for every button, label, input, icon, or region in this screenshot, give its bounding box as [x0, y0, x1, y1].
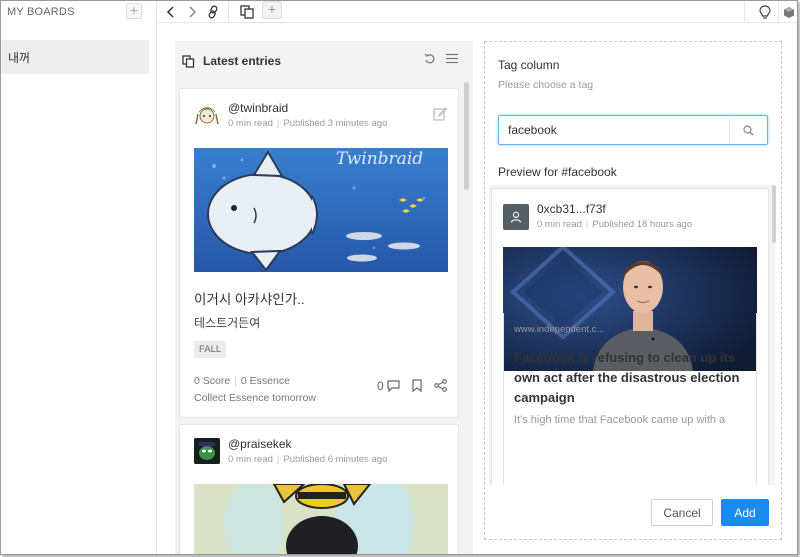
column-menu-button[interactable] — [446, 53, 458, 67]
edit-button[interactable] — [433, 107, 448, 124]
essence: 0 Essence — [240, 375, 290, 387]
comment-icon — [387, 380, 400, 392]
read-time: 0 min read — [228, 118, 273, 129]
entry-meta: 0 min read | Published 6 minutes ago — [228, 454, 388, 465]
share-button[interactable] — [434, 379, 447, 395]
sidebar: MY BOARDS + 내꺼 — [1, 1, 157, 554]
preview-label: Preview for #facebook — [498, 165, 617, 179]
user-icon — [510, 211, 522, 223]
lightbulb-icon — [759, 4, 771, 19]
latest-entries-column: Latest entries @twinbraid 0 min read | Pub… — [175, 41, 473, 554]
link-url[interactable]: www.independent.c... — [514, 324, 604, 335]
column-scrollbar[interactable] — [464, 82, 469, 190]
avatar[interactable] — [194, 102, 220, 128]
add-column-button[interactable]: + — [262, 1, 282, 19]
search-button[interactable] — [729, 116, 767, 144]
entry-stats: 0 Score | 0 Essence — [194, 375, 290, 387]
entry-card[interactable]: @praisekek 0 min read | Published 6 minute… — [179, 424, 459, 554]
chevron-left-icon — [166, 6, 174, 18]
bookmark-icon — [412, 379, 422, 393]
link-description: It's high time that Facebook came up wit… — [514, 414, 726, 426]
entry-username[interactable]: @praisekek — [228, 437, 292, 451]
panel-subtitle: Please choose a tag — [498, 79, 594, 91]
read-time: 0 min read — [228, 454, 273, 465]
forward-button[interactable] — [181, 1, 203, 23]
column-header: Latest entries — [175, 41, 473, 81]
link-preview[interactable]: www.independent.c... Facebook is refusin… — [503, 313, 757, 485]
entry-tag[interactable]: FALL — [194, 341, 227, 358]
tag-search — [498, 115, 768, 145]
tag-search-input[interactable] — [499, 116, 731, 144]
tag-column-panel: Tag column Please choose a tag Preview f… — [484, 41, 782, 540]
score: 0 Score — [194, 375, 231, 387]
app-window: MY BOARDS + 내꺼 + Latest entries @twinbra… — [0, 0, 798, 555]
avatar[interactable] — [194, 438, 220, 464]
bookmark-button[interactable] — [412, 379, 422, 395]
edit-icon — [433, 107, 448, 121]
published-time: Published 3 minutes ago — [283, 118, 388, 129]
sidebar-item-board[interactable]: 내꺼 — [1, 40, 149, 74]
search-icon — [743, 124, 754, 135]
panel-title: Tag column — [498, 58, 560, 72]
refresh-icon — [424, 53, 435, 64]
link-title[interactable]: Facebook is refusing to clean up its own… — [514, 348, 748, 408]
entry-body: 테스트거든여 — [194, 316, 261, 330]
sidebar-header: MY BOARDS + — [1, 1, 156, 23]
column-title: Latest entries — [203, 54, 282, 68]
entry-title[interactable]: 이거시 아카샤인가.. — [194, 288, 305, 308]
collect-essence: Collect Essence tomorrow — [194, 392, 316, 404]
entries-icon — [182, 54, 195, 68]
entry-card[interactable]: @twinbraid 0 min read | Published 3 minute… — [179, 88, 459, 418]
plus-icon: + — [267, 1, 277, 17]
comment-button[interactable]: 0 — [377, 379, 400, 393]
cube-icon — [784, 6, 794, 18]
image-caption: Twinbraid — [336, 149, 423, 169]
cancel-button[interactable]: Cancel — [651, 499, 713, 526]
comment-count: 0 — [377, 379, 384, 393]
entry-username[interactable]: @twinbraid — [228, 101, 288, 115]
read-time: 0 min read — [537, 219, 582, 230]
refresh-button[interactable] — [424, 53, 436, 68]
entry-image[interactable] — [194, 484, 448, 554]
published-time: Published 18 hours ago — [592, 219, 693, 230]
preview-meta: 0 min read | Published 18 hours ago — [537, 219, 693, 230]
copy-button[interactable] — [236, 1, 258, 23]
preview-username[interactable]: 0xcb31...f73f — [537, 202, 606, 216]
copy-icon — [240, 5, 254, 19]
preview-card[interactable]: 0xcb31...f73f 0 min read | Published 18 ho… — [491, 188, 769, 485]
link-icon — [208, 5, 218, 19]
entry-meta: 0 min read | Published 3 minutes ago — [228, 118, 388, 129]
share-icon — [434, 379, 447, 392]
sidebar-title: MY BOARDS — [7, 6, 75, 18]
toolbar-divider — [744, 1, 745, 23]
board-content: Latest entries @twinbraid 0 min read | Pub… — [158, 24, 797, 554]
chevron-right-icon — [189, 6, 197, 18]
link-button[interactable] — [202, 1, 224, 23]
tips-button[interactable] — [754, 1, 776, 23]
sidebar-item-label: 내꺼 — [8, 50, 31, 65]
add-board-button[interactable]: + — [126, 3, 142, 19]
add-button[interactable]: Add — [721, 499, 769, 526]
preview-scrollbar[interactable] — [772, 185, 776, 243]
menu-icon — [446, 53, 458, 64]
preview-area: 0xcb31...f73f 0 min read | Published 18 ho… — [489, 185, 775, 485]
avatar[interactable] — [503, 204, 529, 230]
published-time: Published 6 minutes ago — [283, 454, 388, 465]
toolbar: + — [158, 1, 797, 23]
back-button[interactable] — [160, 1, 182, 23]
toolbar-divider — [228, 1, 229, 23]
cube-button[interactable] — [778, 1, 797, 23]
entry-image[interactable]: Twinbraid — [194, 148, 448, 272]
